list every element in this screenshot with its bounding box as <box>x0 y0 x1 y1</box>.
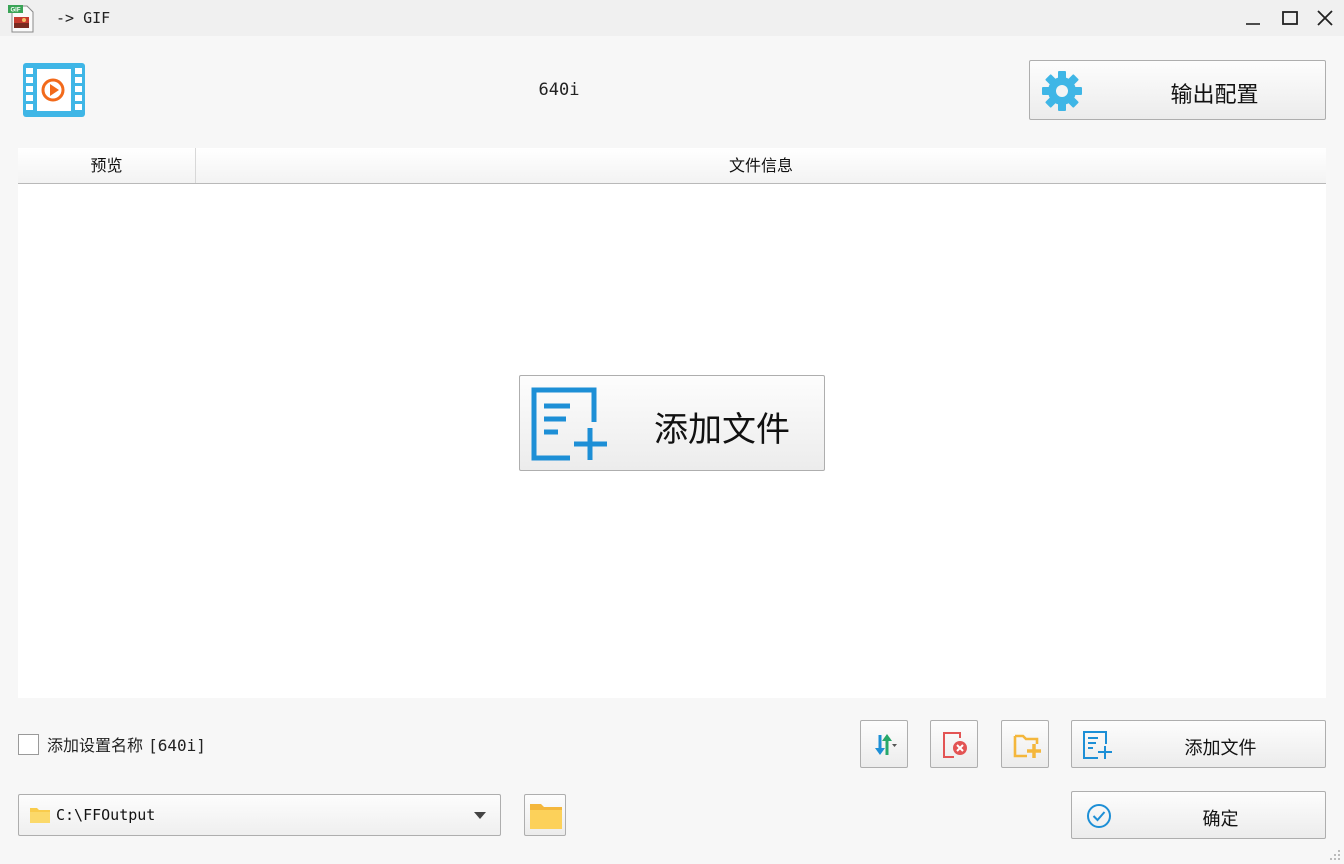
output-folder-path: C:\FFOutput <box>56 806 156 824</box>
folder-icon <box>530 804 562 829</box>
svg-text:GIF: GIF <box>11 8 21 14</box>
add-file-large-label: 添加文件 <box>654 410 790 450</box>
browse-folder-button[interactable] <box>524 794 566 836</box>
add-setting-name-value: [640i] <box>148 736 206 755</box>
maximize-icon <box>1282 11 1298 25</box>
add-file-icon <box>1083 731 1112 759</box>
clear-list-icon <box>943 732 967 758</box>
column-header-file-info[interactable]: 文件信息 <box>196 148 1326 183</box>
table-header: 预览 文件信息 <box>18 148 1326 184</box>
output-config-label: 输出配置 <box>1170 83 1259 108</box>
confirm-label: 确定 <box>1202 809 1239 830</box>
add-file-icon <box>531 387 607 461</box>
folder-icon <box>30 808 50 823</box>
add-file-label: 添加文件 <box>1184 738 1257 759</box>
add-setting-name-option[interactable]: 添加设置名称 [640i] <box>18 733 206 755</box>
output-folder-select[interactable]: C:\FFOutput <box>18 794 501 836</box>
output-config-button[interactable]: 输出配置 <box>1029 60 1326 120</box>
add-file-button[interactable]: 添加文件 <box>1071 720 1326 768</box>
sort-arrows-icon <box>875 734 897 755</box>
column-header-preview[interactable]: 预览 <box>18 148 196 183</box>
preset-name: 640i <box>538 80 580 100</box>
minimize-button[interactable] <box>1240 6 1266 30</box>
gif-file-icon: GIF <box>8 5 34 33</box>
close-button[interactable] <box>1312 6 1338 30</box>
add-folder-icon <box>1013 734 1041 758</box>
close-icon <box>1317 10 1333 26</box>
add-folder-button[interactable] <box>1001 720 1049 768</box>
window-title: -> GIF <box>56 9 111 27</box>
confirm-button[interactable]: 确定 <box>1071 791 1326 839</box>
add-setting-name-label: 添加设置名称 <box>47 736 144 755</box>
sort-button[interactable] <box>860 720 908 768</box>
maximize-button[interactable] <box>1277 6 1303 30</box>
resize-grip-icon[interactable] <box>1329 849 1341 861</box>
minimize-icon <box>1246 23 1260 25</box>
clear-list-button[interactable] <box>930 720 978 768</box>
gear-icon <box>1042 71 1082 111</box>
add-setting-name-text: 添加设置名称 [640i] <box>47 732 206 756</box>
add-setting-name-checkbox[interactable] <box>18 733 39 755</box>
chevron-down-icon[interactable] <box>474 812 486 819</box>
video-film-icon <box>23 63 85 117</box>
title-bar: GIF -> GIF <box>0 0 1344 36</box>
add-file-large-button[interactable]: 添加文件 <box>519 375 825 471</box>
check-circle-icon <box>1087 804 1111 828</box>
